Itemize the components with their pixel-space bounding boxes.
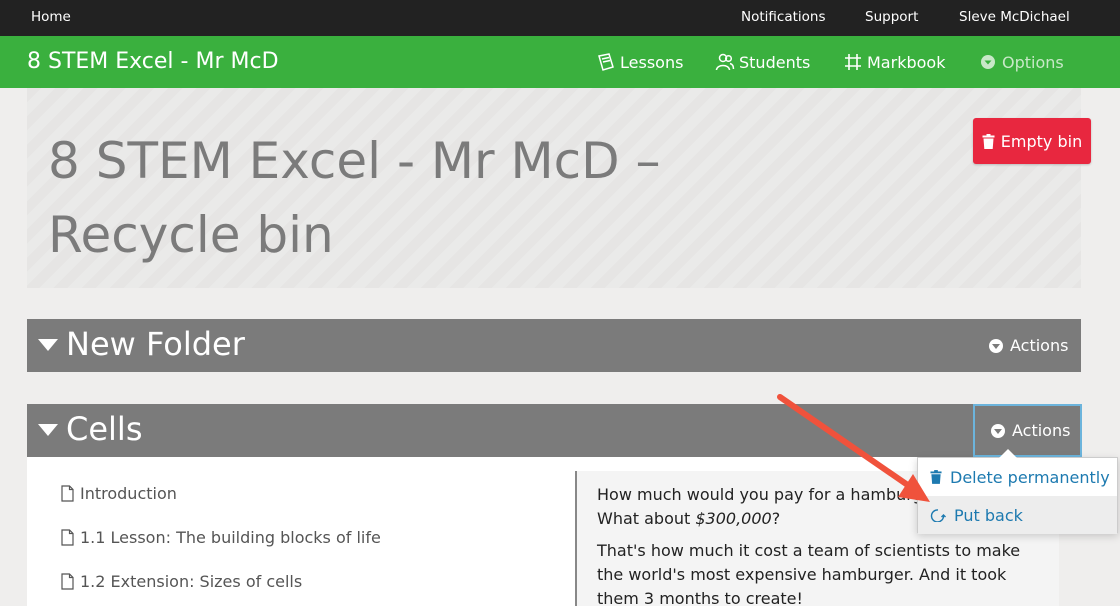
- preview-paragraph-2: That's how much it cost a team of scient…: [597, 541, 1021, 606]
- restore-icon: [930, 509, 946, 522]
- menu-item-label: Delete permanently: [950, 467, 1110, 487]
- lesson-title: 1.2 Extension: Sizes of cells: [80, 572, 303, 591]
- preview-line-2-prefix: What about: [597, 509, 696, 528]
- user-menu[interactable]: Sleve McDichael: [959, 9, 1070, 25]
- menu-item-put-back[interactable]: Put back: [918, 496, 1117, 534]
- trash-icon: [982, 133, 995, 149]
- collapse-triangle-icon[interactable]: [38, 339, 58, 351]
- course-title-link[interactable]: 8 STEM Excel - Mr McD: [27, 49, 279, 74]
- document-icon: [61, 529, 74, 546]
- nav-students-label: Students: [739, 52, 811, 72]
- chevron-circle-down-icon: [989, 338, 1003, 353]
- support-link[interactable]: Support: [865, 9, 918, 25]
- chevron-circle-down-icon: [991, 423, 1005, 438]
- nav-markbook-label: Markbook: [867, 52, 946, 72]
- nav-options[interactable]: Options: [978, 52, 1064, 72]
- folder-actions-button-active[interactable]: Actions: [973, 404, 1082, 457]
- document-icon: [61, 573, 74, 590]
- page-header: 8 STEM Excel - Mr McD – Recycle bin Empt…: [27, 88, 1091, 288]
- home-link[interactable]: Home: [31, 9, 71, 25]
- nav-students[interactable]: Students: [715, 52, 810, 72]
- folder-name: Cells: [66, 410, 143, 448]
- options-chevron-circle-icon: [981, 55, 995, 69]
- folder-new-folder[interactable]: New Folder Actions: [27, 319, 1081, 372]
- lesson-item[interactable]: Introduction: [61, 484, 177, 503]
- preview-price: $300,000: [695, 509, 772, 528]
- collapse-triangle-icon[interactable]: [38, 424, 58, 436]
- actions-label: Actions: [1010, 336, 1069, 355]
- folder-actions-button[interactable]: Actions: [989, 319, 1068, 372]
- lesson-title: 1.1 Lesson: The building blocks of life: [80, 528, 381, 547]
- course-nav-bar: 8 STEM Excel - Mr McD Lessons Students M…: [0, 36, 1120, 88]
- empty-bin-label: Empty bin: [1000, 131, 1083, 151]
- nav-options-label: Options: [1002, 52, 1064, 72]
- document-icon: [61, 485, 74, 502]
- folder-contents: Introduction 1.1 Lesson: The building bl…: [27, 457, 1059, 606]
- nav-markbook[interactable]: Markbook: [843, 52, 945, 72]
- trash-icon: [930, 470, 942, 484]
- lessons-icon: [598, 53, 614, 71]
- top-bar: Home Notifications Support Sleve McDicha…: [0, 0, 1120, 36]
- nav-lessons[interactable]: Lessons: [596, 52, 683, 72]
- preview-line-1: How much would you pay for a hamburger?: [597, 485, 948, 504]
- lesson-item[interactable]: 1.2 Extension: Sizes of cells: [61, 572, 302, 591]
- folder-cells[interactable]: Cells Actions: [27, 404, 1082, 457]
- notifications-link[interactable]: Notifications: [741, 9, 826, 25]
- page-title: 8 STEM Excel - Mr McD – Recycle bin: [48, 132, 661, 264]
- lesson-title: Introduction: [80, 484, 177, 503]
- menu-item-delete-permanently[interactable]: Delete permanently: [918, 458, 1117, 496]
- lesson-item[interactable]: 1.1 Lesson: The building blocks of life: [61, 528, 381, 547]
- preview-line-2-suffix: ?: [771, 509, 781, 528]
- empty-bin-button[interactable]: Empty bin: [973, 118, 1091, 164]
- folder-name: New Folder: [66, 325, 245, 363]
- nav-lessons-label: Lessons: [620, 52, 684, 72]
- actions-label: Actions: [1012, 421, 1071, 440]
- students-icon: [715, 53, 735, 71]
- actions-dropdown-menu: Delete permanently Put back: [917, 449, 1118, 534]
- menu-item-label: Put back: [954, 505, 1023, 525]
- markbook-grid-icon: [845, 54, 861, 70]
